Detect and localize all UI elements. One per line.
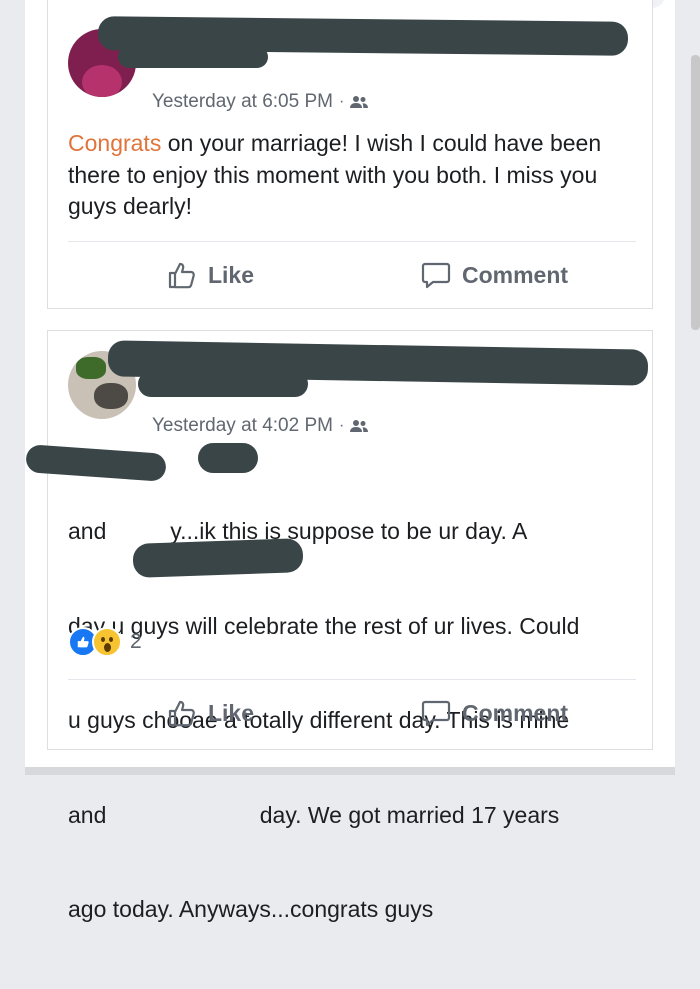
post-card: Yesterday at 6:05 PM · Congrats on your … <box>47 0 653 309</box>
redacted-text <box>132 538 304 578</box>
like-label: Like <box>207 261 255 288</box>
comment-label: Comment <box>461 261 569 288</box>
post-meta: Yesterday at 6:05 PM · <box>152 91 369 113</box>
comment-button[interactable]: Comment <box>352 253 636 297</box>
like-label: Like <box>207 699 255 726</box>
wow-reaction-icon <box>92 627 122 657</box>
post-line: and day. We got married 17 years <box>68 801 560 828</box>
post-meta: Yesterday at 4:02 PM · <box>152 415 369 437</box>
redacted-text <box>198 443 258 473</box>
news-feed: Yesterday at 6:05 PM · Congrats on your … <box>25 0 675 922</box>
comment-icon <box>421 700 451 727</box>
thumbs-up-icon <box>168 700 195 727</box>
friends-icon <box>350 96 369 108</box>
redacted-name <box>138 371 308 397</box>
redacted-text <box>25 444 167 482</box>
like-button[interactable]: Like <box>68 691 352 735</box>
meta-separator: · <box>338 417 345 434</box>
reaction-count: 2 <box>130 630 142 653</box>
meta-separator: · <box>338 93 345 110</box>
reactions-summary[interactable]: 2 <box>68 627 142 657</box>
scrollbar[interactable] <box>691 55 700 330</box>
redacted-name <box>118 46 268 68</box>
post-actions: Like Comment <box>68 253 636 297</box>
divider <box>68 241 636 242</box>
like-button[interactable]: Like <box>68 253 352 297</box>
post-card: Yesterday at 4:02 PM · and y...ik this i… <box>25 330 653 922</box>
friends-icon <box>350 420 369 432</box>
timestamp[interactable]: Yesterday at 6:05 PM <box>152 91 333 113</box>
comment-button[interactable]: Comment <box>352 691 636 735</box>
post-text: Congrats on your marriage! I wish I coul… <box>68 128 638 223</box>
divider <box>68 679 636 680</box>
post-line: day u guys will celebrate the rest of ur… <box>68 612 580 639</box>
bottom-edge <box>25 767 675 775</box>
post-actions: Like Comment <box>68 691 636 735</box>
comment-icon <box>421 262 451 289</box>
timestamp[interactable]: Yesterday at 4:02 PM <box>152 415 333 437</box>
comment-label: Comment <box>461 699 569 726</box>
post-line: ago today. Anyways...congrats guys <box>68 896 434 922</box>
thumbs-up-icon <box>168 262 195 289</box>
highlighted-word: Congrats <box>68 130 162 156</box>
